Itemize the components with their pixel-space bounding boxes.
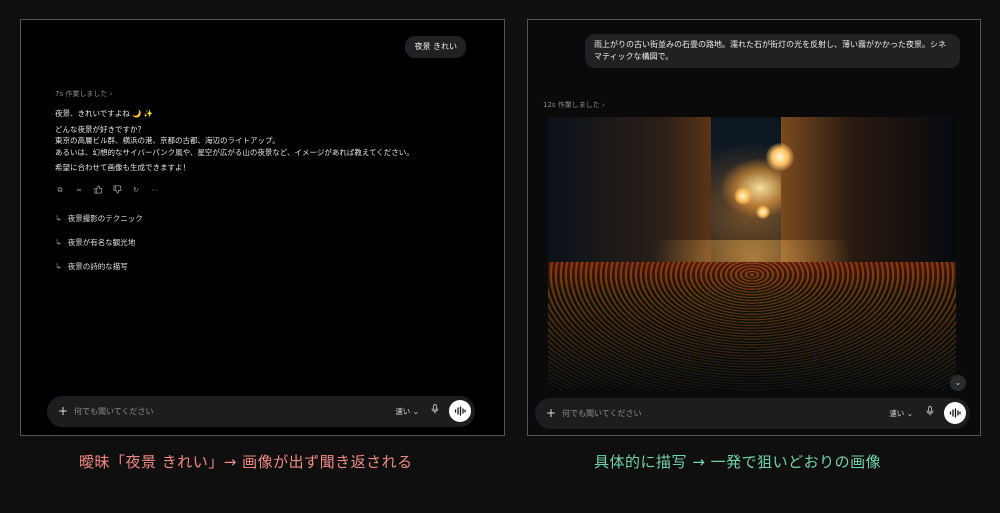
plus-icon[interactable]: + bbox=[546, 405, 556, 421]
user-message-bubble: 雨上がりの古い街並みの石畳の路地。濡れた石が街灯の光を反射し、薄い霧がかかった夜… bbox=[585, 34, 960, 68]
user-message-bubble: 夜景 きれい bbox=[405, 36, 466, 58]
speed-selector[interactable]: 速い ⌄ bbox=[395, 406, 419, 417]
voice-mode-button[interactable] bbox=[944, 402, 966, 424]
reply-line: あるいは、幻想的なサイバーパンク風や、星空が広がる山の夜景など、イメージがあれば… bbox=[55, 147, 414, 157]
chat-panel-left: 夜景 きれい 7s 作業しました › 夜景、きれいですよね 🌙 ✨ どんな夜景が… bbox=[20, 19, 505, 436]
plus-icon[interactable]: + bbox=[58, 403, 68, 419]
reply-line: どんな夜景が好きですか？ bbox=[55, 124, 145, 134]
regenerate-icon[interactable]: ↻ bbox=[131, 185, 141, 195]
chat-panel-right: 雨上がりの古い街並みの石畳の路地。濡れた石が街灯の光を反射し、薄い霧がかかった夜… bbox=[527, 19, 981, 436]
speed-label: 速い bbox=[889, 409, 905, 418]
voice-mode-button[interactable] bbox=[449, 400, 471, 422]
image-streetlamp bbox=[756, 205, 770, 219]
speed-selector[interactable]: 速い ⌄ bbox=[889, 408, 913, 419]
reply-line: 夜景、きれいですよね 🌙 ✨ bbox=[55, 109, 154, 118]
reply-line: 東京の高層ビル群、横浜の港、京都の古都、海辺のライトアップ。 bbox=[55, 136, 280, 145]
link-icon[interactable]: ∞ bbox=[74, 185, 84, 195]
return-arrow-icon: ↳ bbox=[55, 213, 62, 223]
copy-icon[interactable]: ⧉ bbox=[55, 185, 65, 195]
suggestion-item[interactable]: ↳ 夜景が有名な観光地 bbox=[55, 236, 143, 248]
worked-indicator[interactable]: 12s 作業しました › bbox=[543, 100, 605, 110]
chevron-down-icon: ⌄ bbox=[954, 378, 962, 387]
thumbs-down-icon[interactable] bbox=[112, 185, 122, 195]
caption-left: 曖昧「夜景 きれい」→ 画像が出ず聞き返される bbox=[79, 453, 413, 471]
message-actions: ⧉ ∞ ↻ ⋯ bbox=[55, 185, 160, 195]
message-composer[interactable]: + 何でも聞いてください 速い ⌄ bbox=[535, 398, 970, 429]
mic-icon[interactable] bbox=[926, 406, 934, 419]
suggestion-label: 夜景の詩的な描写 bbox=[67, 261, 128, 271]
image-streetlamp bbox=[766, 143, 794, 171]
chevron-right-icon: › bbox=[109, 90, 113, 98]
assistant-reply: 夜景、きれいですよね 🌙 ✨ どんな夜景が好きですか？ 東京の高層ビル群、横浜の… bbox=[55, 108, 475, 178]
worked-label: 12s 作業しました bbox=[543, 101, 600, 109]
chevron-right-icon: › bbox=[602, 101, 605, 109]
return-arrow-icon: ↳ bbox=[55, 261, 62, 271]
thumbs-up-icon[interactable] bbox=[93, 185, 103, 195]
caption-right: 具体的に描写 → 一発で狙いどおりの画像 bbox=[594, 453, 882, 471]
composer-placeholder[interactable]: 何でも聞いてください bbox=[562, 408, 642, 419]
reply-line: 希望に合わせて画像も生成できますよ！ bbox=[55, 163, 190, 172]
scroll-down-button[interactable]: ⌄ bbox=[950, 375, 966, 391]
suggestion-label: 夜景が有名な観光地 bbox=[67, 237, 136, 247]
image-cobblestone-street bbox=[548, 261, 956, 390]
waveform-icon bbox=[949, 408, 961, 418]
worked-indicator[interactable]: 7s 作業しました › bbox=[55, 89, 112, 99]
speed-label: 速い bbox=[395, 407, 411, 416]
mic-icon[interactable] bbox=[431, 404, 439, 417]
worked-label: 7s 作業しました bbox=[55, 90, 108, 98]
chevron-down-icon: ⌄ bbox=[412, 407, 419, 416]
chevron-down-icon: ⌄ bbox=[906, 409, 913, 418]
message-composer[interactable]: + 何でも聞いてください 速い ⌄ bbox=[47, 396, 475, 427]
return-arrow-icon: ↳ bbox=[55, 237, 62, 247]
composer-placeholder[interactable]: 何でも聞いてください bbox=[74, 406, 154, 417]
more-icon[interactable]: ⋯ bbox=[150, 185, 160, 195]
suggestion-item[interactable]: ↳ 夜景撮影のテクニック bbox=[55, 212, 143, 224]
generated-image[interactable] bbox=[548, 117, 956, 390]
waveform-icon bbox=[454, 406, 466, 416]
suggestion-item[interactable]: ↳ 夜景の詩的な描写 bbox=[55, 260, 143, 272]
image-streetlamp bbox=[734, 187, 752, 205]
suggestion-label: 夜景撮影のテクニック bbox=[67, 213, 143, 223]
suggestion-list: ↳ 夜景撮影のテクニック ↳ 夜景が有名な観光地 ↳ 夜景の詩的な描写 bbox=[55, 212, 143, 284]
